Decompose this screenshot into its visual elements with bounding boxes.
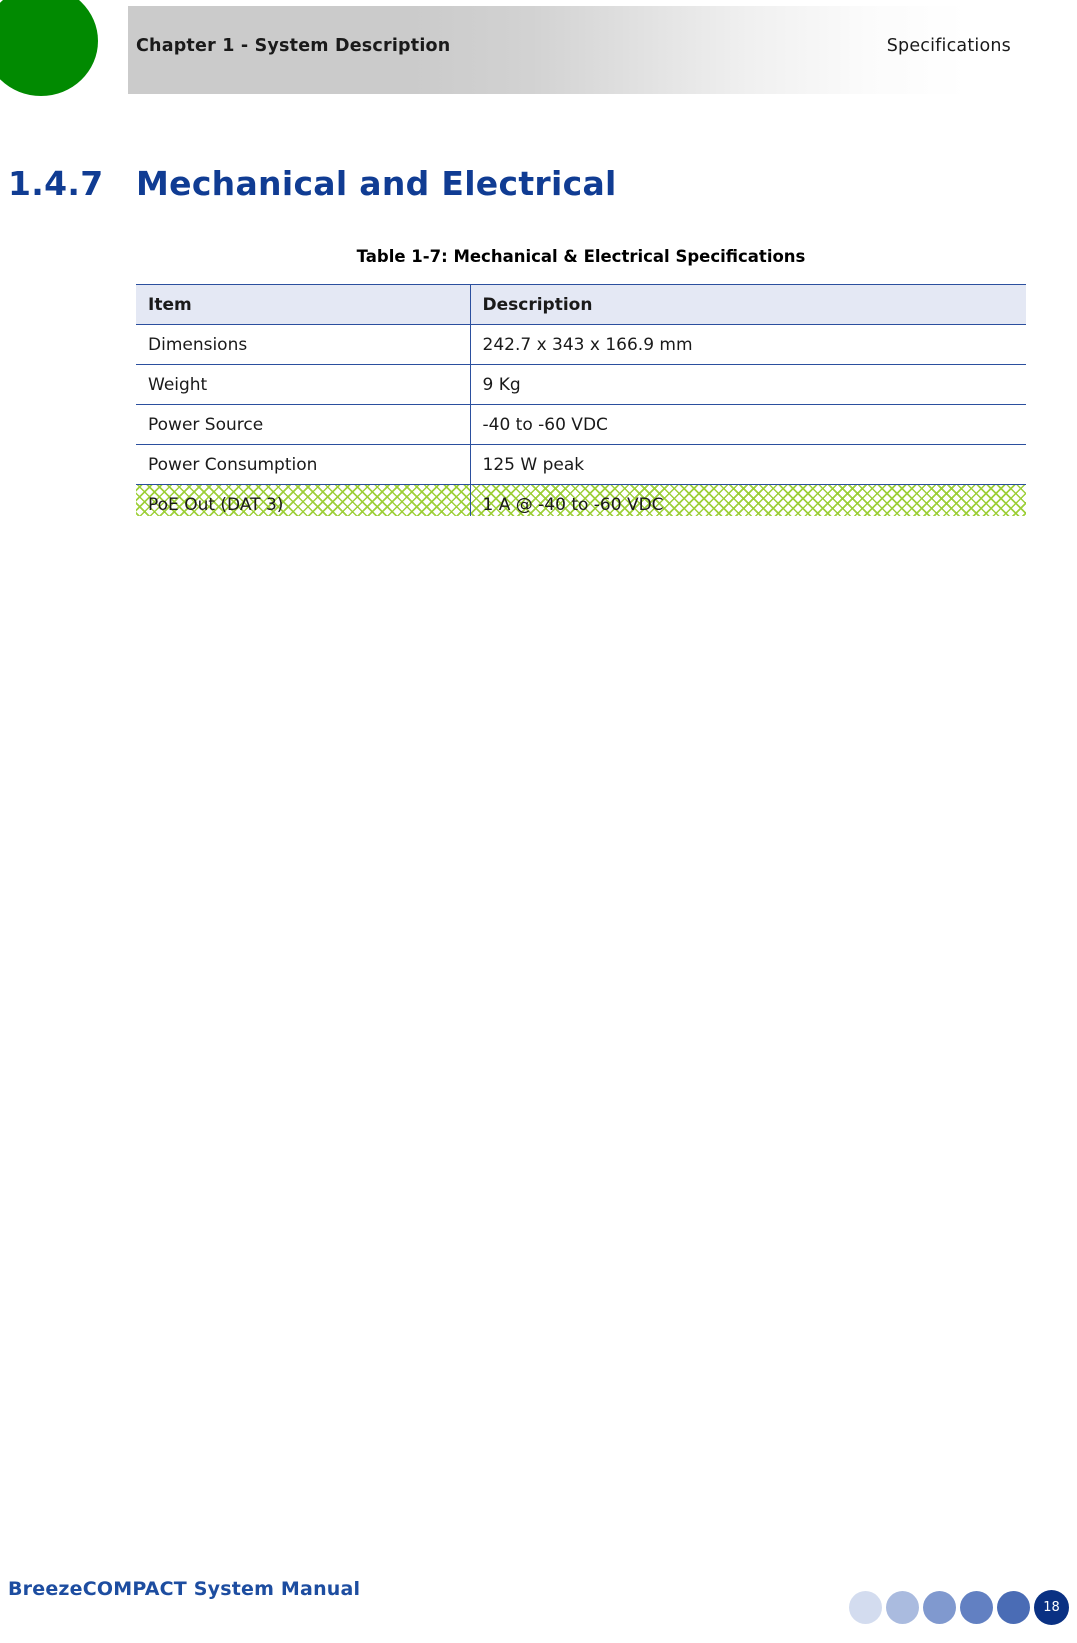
table-row: Dimensions 242.7 x 343 x 166.9 mm	[136, 324, 1026, 365]
table-caption: Table 1-7: Mechanical & Electrical Speci…	[356, 247, 806, 266]
table-cell-description: 1 A @ -40 to -60 VDC	[469, 484, 1026, 516]
table-clip-region: Item Description Dimensions 242.7 x 343 x…	[136, 284, 1026, 516]
footer-dot-3	[923, 1591, 956, 1624]
page-footer: BreezeCOMPACT System Manual 18	[0, 1533, 1077, 1643]
header-chapter-label: Chapter 1 - System Description	[136, 36, 451, 56]
table-row: Power Consumption 125 W peak	[136, 444, 1026, 485]
footer-manual-title: BreezeCOMPACT System Manual	[8, 1578, 361, 1600]
specifications-table: Item Description Dimensions 242.7 x 343 x…	[136, 284, 1026, 516]
section-number: 1.4.7	[8, 164, 104, 203]
table-cell-item: Dimensions	[136, 324, 470, 365]
section-heading: 1.4.7 Mechanical and Electrical	[8, 164, 1008, 203]
green-circle-decoration	[0, 0, 98, 96]
page-header: Chapter 1 - System Description Specifica…	[0, 0, 1077, 96]
table-cell-item: PoE Out (DAT 3)	[136, 484, 470, 516]
footer-dot-1	[849, 1591, 882, 1624]
footer-dot-4	[960, 1591, 993, 1624]
table-cell-description: 242.7 x 343 x 166.9 mm	[469, 324, 1026, 365]
table-header-row: Item Description	[136, 284, 1026, 325]
table-row: Weight 9 Kg	[136, 364, 1026, 405]
column-header-item: Item	[136, 284, 470, 325]
table-cell-item: Weight	[136, 364, 470, 405]
page-number-badge: 18	[1034, 1590, 1069, 1625]
header-section-label: Specifications	[886, 36, 1011, 56]
footer-dot-2	[886, 1591, 919, 1624]
table-row: Power Source -40 to -60 VDC	[136, 404, 1026, 445]
section-title: Mechanical and Electrical	[136, 164, 617, 203]
table-head: Item Description	[136, 284, 1026, 325]
table-body: Dimensions 242.7 x 343 x 166.9 mm Weight 9 …	[136, 324, 1026, 516]
column-header-description: Description	[469, 284, 1026, 325]
footer-dot-decoration: 18	[849, 1590, 1069, 1625]
table-cell-item: Power Consumption	[136, 444, 470, 485]
table-cell-description: -40 to -60 VDC	[469, 404, 1026, 445]
table-cell-item: Power Source	[136, 404, 470, 445]
table-cell-description: 9 Kg	[469, 364, 1026, 405]
footer-dot-5	[997, 1591, 1030, 1624]
table-cell-description: 125 W peak	[469, 444, 1026, 485]
table-row: PoE Out (DAT 3) 1 A @ -40 to -60 VDC	[136, 484, 1026, 516]
